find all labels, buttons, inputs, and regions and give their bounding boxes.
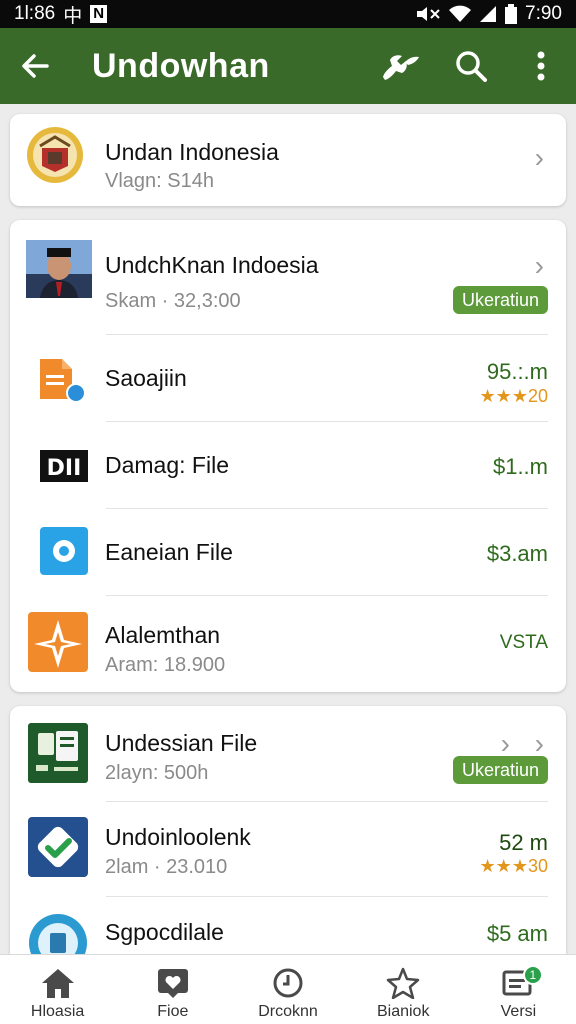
item-price: 52 m (499, 830, 548, 855)
item-title: Undoinloolenk (105, 824, 251, 850)
card-title: Undan Indonesia (105, 139, 279, 165)
featured-card[interactable]: Undan Indonesia Vlagn: S14h › (10, 114, 566, 206)
clock-icon (273, 968, 303, 998)
svg-text:DII: DII (47, 456, 82, 481)
list-card: UndchKnan Indoesia Skam · 32,3:00 › Uker… (10, 220, 566, 692)
card-subtitle: Vlagn: S14h (105, 170, 214, 192)
nav-label: Fioe (157, 1003, 189, 1020)
more-vert-icon (537, 51, 545, 81)
file-app-icon (28, 723, 88, 783)
item-price: $1..m (492, 454, 548, 479)
signal-icon (480, 6, 497, 22)
tools-button[interactable] (366, 28, 436, 104)
nav-label: Versi (500, 1003, 537, 1020)
status-bar: 1l:86 中 N 7:90 (0, 0, 576, 28)
item-title: Alalemthan (105, 622, 221, 648)
list-header-row[interactable]: UndchKnan Indoesia Skam · 32,3:00 › Uker… (10, 220, 566, 334)
item-price: $3.am (486, 541, 548, 566)
notification-icon: N (90, 5, 108, 23)
item-subtitle: 2lam · 23.010 (105, 856, 228, 878)
chevron-right-icon: › (534, 250, 544, 281)
nav-item-starred[interactable]: Bianiok (346, 955, 461, 1024)
item-subtitle: Aram: 18.900 (105, 654, 226, 676)
item-rating: ★★★20 (480, 386, 548, 407)
wifi-icon (449, 5, 472, 22)
page-title: Undowhan (92, 46, 270, 85)
item-price: 95.:.m (486, 359, 548, 384)
list-header-title: UndchKnan Indoesia (105, 252, 319, 278)
bottom-navigation: Hloasia Fioe Drcoknn Bianiok 1 Versi (0, 954, 576, 1024)
nav-item-favorites[interactable]: Fioe (115, 955, 230, 1024)
status-badge[interactable]: Ukeratiun (452, 756, 548, 784)
list-header-subtitle: Skam · 32,3:00 (105, 290, 241, 312)
notification-badge: 1 (522, 965, 543, 985)
app-bar: Undowhan (0, 28, 576, 104)
star-icon (386, 967, 420, 999)
star-rating-icons: ★★★ (479, 386, 528, 406)
list-item[interactable]: Eaneian File $3.am (10, 509, 566, 595)
item-title: Eaneian File (105, 539, 233, 565)
overflow-menu-button[interactable] (506, 28, 576, 104)
emblem-icon (27, 127, 83, 183)
list-item[interactable]: Saoajiin 95.:.m ★★★20 (10, 335, 566, 421)
chevron-right-icon: › (534, 728, 544, 759)
item-price: VSTA (499, 632, 548, 653)
home-icon (41, 969, 74, 998)
rating-count: 20 (527, 386, 548, 406)
item-price: $5 am (486, 921, 548, 946)
item-title: Saoajiin (105, 365, 187, 391)
nav-label: Bianiok (376, 1003, 430, 1020)
item-rating: ★★★30 (480, 856, 548, 877)
wrench-icon (383, 55, 419, 80)
list-item[interactable]: Undessian File 2layn: 500h › › Ukeratiun (10, 706, 566, 801)
portrait-thumbnail (26, 240, 92, 298)
heart-icon (157, 969, 188, 998)
item-title: Damag: File (105, 452, 229, 478)
search-button[interactable] (436, 28, 506, 104)
document-icon (40, 359, 86, 403)
list-item[interactable]: Alalemthan Aram: 18.900 VSTA (10, 596, 566, 692)
list-card: Undessian File 2layn: 500h › › Ukeratiun… (10, 706, 566, 966)
nav-label: Drcoknn (258, 1003, 318, 1020)
status-time: 1l:86 (14, 3, 56, 24)
status-glyph: 中 (63, 5, 83, 27)
dii-logo-icon: DII (40, 450, 88, 482)
status-clock: 7:90 (525, 3, 562, 24)
check-app-icon (28, 817, 88, 877)
chevron-right-icon: › (534, 142, 544, 173)
arrow-left-icon (22, 54, 49, 78)
nav-item-home[interactable]: Hloasia (0, 955, 115, 1024)
back-button[interactable] (0, 28, 70, 104)
list-item[interactable]: DII Damag: File $1..m (10, 422, 566, 508)
nav-label: Hloasia (30, 1003, 85, 1020)
rating-count: 30 (527, 856, 548, 876)
item-subtitle: 2layn: 500h (105, 762, 209, 784)
list-item[interactable]: Undoinloolenk 2lam · 23.010 52 m ★★★30 (10, 802, 566, 896)
star-rating-icons: ★★★ (479, 856, 528, 876)
item-title: Undessian File (105, 730, 258, 756)
nav-item-version[interactable]: 1 Versi (461, 955, 576, 1024)
battery-icon (505, 4, 518, 24)
chevron-right-icon: › (500, 728, 510, 759)
orange-star-icon (28, 612, 88, 672)
app-circle-icon (40, 527, 88, 575)
search-icon (456, 51, 487, 82)
item-title: Sgpocdilale (105, 919, 224, 945)
nav-item-history[interactable]: Drcoknn (230, 955, 345, 1024)
mute-icon (417, 7, 440, 21)
status-badge[interactable]: Ukeratiun (452, 286, 548, 314)
